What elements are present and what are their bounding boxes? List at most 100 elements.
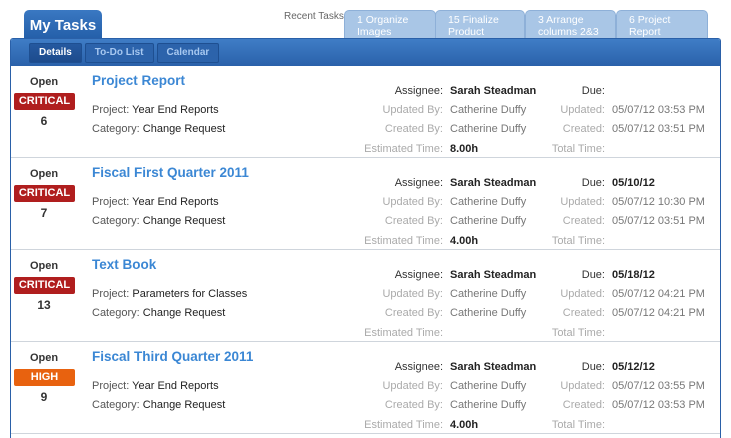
priority-badge: CRITICAL bbox=[14, 93, 75, 110]
category-line: Category: Change Request bbox=[92, 399, 225, 411]
recent-task-tab[interactable]: 3 Arrange columns 2&3 bbox=[525, 10, 616, 38]
created-by-label: Created By: bbox=[384, 307, 443, 319]
total-time-label: Total Time: bbox=[551, 327, 605, 339]
total-time-label: Total Time: bbox=[551, 235, 605, 247]
category-label: Category: bbox=[92, 399, 140, 411]
updated-label: Updated: bbox=[560, 104, 605, 116]
total-time-label: Total Time: bbox=[551, 143, 605, 155]
task-row[interactable]: Open CRITICAL 6 Project Report Project: … bbox=[11, 66, 720, 158]
due-value: 05/10/12 bbox=[612, 177, 655, 189]
project-line: Project: Year End Reports bbox=[92, 196, 219, 208]
status-text: Open bbox=[29, 352, 59, 364]
estimated-time-label: Estimated Time: bbox=[364, 419, 443, 431]
project-label: Project: bbox=[92, 196, 130, 208]
due-value: 05/18/12 bbox=[612, 269, 655, 281]
task-row[interactable]: Open HIGH 9 Fiscal Third Quarter 2011 Pr… bbox=[11, 342, 720, 434]
recent-tasks-label: Recent Tasks: bbox=[284, 11, 347, 22]
tasks-panel: Details To-Do List Calendar Open CRITICA… bbox=[10, 38, 721, 438]
assignee-label: Assignee: bbox=[394, 361, 443, 373]
created-label: Created: bbox=[562, 215, 605, 227]
assignee-label: Assignee: bbox=[394, 177, 443, 189]
project-line: Project: Year End Reports bbox=[92, 380, 219, 392]
task-number: 13 bbox=[37, 298, 51, 312]
project-value: Year End Reports bbox=[132, 196, 219, 208]
task-list: Open CRITICAL 6 Project Report Project: … bbox=[11, 66, 720, 434]
category-value: Change Request bbox=[142, 123, 226, 135]
recent-task-tab[interactable]: 1 Organize Images bbox=[344, 10, 436, 38]
priority-badge: CRITICAL bbox=[14, 185, 75, 202]
project-line: Project: Parameters for Classes bbox=[92, 288, 247, 300]
my-tasks-tab[interactable]: My Tasks bbox=[24, 10, 102, 40]
updated-by-label: Updated By: bbox=[382, 104, 443, 116]
view-toolbar: Details To-Do List Calendar bbox=[11, 39, 720, 66]
category-line: Category: Change Request bbox=[92, 215, 225, 227]
project-label: Project: bbox=[92, 380, 130, 392]
due-label: Due: bbox=[581, 269, 605, 281]
created-value: 05/07/12 03:51 PM bbox=[612, 215, 705, 227]
task-number: 7 bbox=[40, 206, 48, 220]
estimated-time-value: 4.00h bbox=[450, 419, 479, 431]
task-title-link[interactable]: Fiscal Third Quarter 2011 bbox=[92, 349, 253, 364]
updated-value: 05/07/12 03:55 PM bbox=[612, 380, 705, 392]
project-label: Project: bbox=[92, 104, 130, 116]
task-row[interactable]: Open CRITICAL 13 Text Book Project: Para… bbox=[11, 250, 720, 342]
estimated-time-label: Estimated Time: bbox=[364, 143, 443, 155]
task-title-link[interactable]: Text Book bbox=[92, 257, 156, 272]
updated-value: 05/07/12 03:53 PM bbox=[612, 104, 705, 116]
updated-label: Updated: bbox=[560, 288, 605, 300]
updated-label: Updated: bbox=[560, 380, 605, 392]
assignee-label: Assignee: bbox=[394, 85, 443, 97]
estimated-time-label: Estimated Time: bbox=[364, 235, 443, 247]
category-value: Change Request bbox=[142, 399, 226, 411]
task-title-link[interactable]: Project Report bbox=[92, 73, 185, 88]
task-number: 9 bbox=[40, 390, 48, 404]
created-label: Created: bbox=[562, 399, 605, 411]
category-line: Category: Change Request bbox=[92, 307, 225, 319]
updated-by-label: Updated By: bbox=[382, 380, 443, 392]
created-value: 05/07/12 03:51 PM bbox=[612, 123, 705, 135]
created-by-label: Created By: bbox=[384, 123, 443, 135]
created-label: Created: bbox=[562, 307, 605, 319]
project-value: Year End Reports bbox=[132, 104, 219, 116]
calendar-view-button[interactable]: Calendar bbox=[156, 42, 220, 63]
assignee-label: Assignee: bbox=[394, 269, 443, 281]
created-label: Created: bbox=[562, 123, 605, 135]
project-value: Parameters for Classes bbox=[132, 288, 248, 300]
project-label: Project: bbox=[92, 288, 130, 300]
task-row[interactable]: Open CRITICAL 7 Fiscal First Quarter 201… bbox=[11, 158, 720, 250]
category-value: Change Request bbox=[142, 215, 226, 227]
priority-badge: CRITICAL bbox=[14, 277, 75, 294]
updated-by-label: Updated By: bbox=[382, 196, 443, 208]
details-view-button[interactable]: Details bbox=[29, 42, 82, 63]
status-text: Open bbox=[29, 76, 59, 88]
due-value: 05/12/12 bbox=[612, 361, 655, 373]
recent-task-tab[interactable]: 15 Finalize Product bbox=[435, 10, 525, 38]
project-line: Project: Year End Reports bbox=[92, 104, 219, 116]
due-label: Due: bbox=[581, 361, 605, 373]
updated-value: 05/07/12 10:30 PM bbox=[612, 196, 705, 208]
category-label: Category: bbox=[92, 123, 140, 135]
category-label: Category: bbox=[92, 307, 140, 319]
task-title-link[interactable]: Fiscal First Quarter 2011 bbox=[92, 165, 249, 180]
estimated-time-value: 8.00h bbox=[450, 143, 479, 155]
updated-value: 05/07/12 04:21 PM bbox=[612, 288, 705, 300]
total-time-label: Total Time: bbox=[551, 419, 605, 431]
created-by-label: Created By: bbox=[384, 399, 443, 411]
estimated-time-value: 4.00h bbox=[450, 235, 479, 247]
due-label: Due: bbox=[581, 177, 605, 189]
todo-list-view-button[interactable]: To-Do List bbox=[84, 42, 154, 63]
due-label: Due: bbox=[581, 85, 605, 97]
category-line: Category: Change Request bbox=[92, 123, 225, 135]
created-value: 05/07/12 03:53 PM bbox=[612, 399, 705, 411]
created-by-label: Created By: bbox=[384, 215, 443, 227]
category-label: Category: bbox=[92, 215, 140, 227]
estimated-time-label: Estimated Time: bbox=[364, 327, 443, 339]
created-value: 05/07/12 04:21 PM bbox=[612, 307, 705, 319]
task-number: 6 bbox=[40, 114, 48, 128]
category-value: Change Request bbox=[142, 307, 226, 319]
priority-badge: HIGH bbox=[14, 369, 75, 386]
status-text: Open bbox=[29, 168, 59, 180]
status-text: Open bbox=[29, 260, 59, 272]
updated-by-label: Updated By: bbox=[382, 288, 443, 300]
recent-task-tab[interactable]: 6 Project Report bbox=[616, 10, 708, 38]
